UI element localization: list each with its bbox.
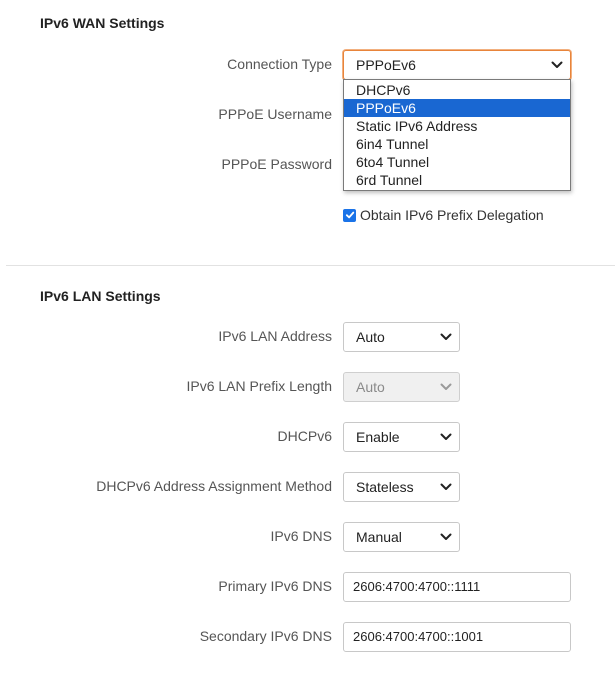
option-6in4-tunnel[interactable]: 6in4 Tunnel xyxy=(344,135,570,153)
pppoe-username-label: PPPoE Username xyxy=(218,106,332,122)
option-6rd-tunnel[interactable]: 6rd Tunnel xyxy=(344,171,570,189)
lan-address-value: Auto xyxy=(356,329,385,345)
ipv6-dns-value: Manual xyxy=(356,529,402,545)
chevron-down-icon xyxy=(440,533,452,540)
chevron-down-icon xyxy=(440,333,452,340)
prefix-delegation-checkbox[interactable] xyxy=(343,208,356,222)
connection-type-select[interactable]: PPPoEv6 xyxy=(343,50,571,80)
ipv6-dns-select[interactable]: Manual xyxy=(343,522,460,552)
secondary-dns-label: Secondary IPv6 DNS xyxy=(199,628,332,644)
connection-type-label: Connection Type xyxy=(227,56,332,72)
chevron-down-icon xyxy=(551,61,563,68)
pppoe-password-label: PPPoE Password xyxy=(221,156,333,172)
section-divider xyxy=(6,265,615,266)
secondary-dns-input[interactable]: 2606:4700:4700::1001 xyxy=(343,622,571,652)
primary-dns-input[interactable]: 2606:4700:4700::1111 xyxy=(343,572,571,602)
assignment-method-value: Stateless xyxy=(356,479,414,495)
wan-section-title: IPv6 WAN Settings xyxy=(40,15,165,31)
assignment-method-select[interactable]: Stateless xyxy=(343,472,460,502)
chevron-down-icon xyxy=(440,383,452,390)
lan-address-label: IPv6 LAN Address xyxy=(218,328,332,344)
option-pppoev6[interactable]: PPPoEv6 xyxy=(344,99,570,117)
chevron-down-icon xyxy=(440,483,452,490)
ipv6-dns-label: IPv6 DNS xyxy=(270,528,332,544)
connection-type-dropdown[interactable]: DHCPv6 PPPoEv6 Static IPv6 Address 6in4 … xyxy=(343,79,571,191)
lan-section-title: IPv6 LAN Settings xyxy=(40,288,161,304)
connection-type-value: PPPoEv6 xyxy=(356,57,416,73)
chevron-down-icon xyxy=(440,433,452,440)
primary-dns-label: Primary IPv6 DNS xyxy=(218,578,332,594)
check-icon xyxy=(345,211,354,219)
assignment-method-label: DHCPv6 Address Assignment Method xyxy=(96,478,332,494)
dhcpv6-label: DHCPv6 xyxy=(277,428,332,444)
dhcpv6-select[interactable]: Enable xyxy=(343,422,460,452)
prefix-delegation-checkbox-row[interactable]: Obtain IPv6 Prefix Delegation xyxy=(343,207,544,223)
dhcpv6-value: Enable xyxy=(356,429,400,445)
prefix-length-value: Auto xyxy=(356,379,385,395)
lan-address-select[interactable]: Auto xyxy=(343,322,460,352)
option-dhcpv6[interactable]: DHCPv6 xyxy=(344,81,570,99)
prefix-delegation-label: Obtain IPv6 Prefix Delegation xyxy=(360,207,544,223)
prefix-length-select: Auto xyxy=(343,372,460,402)
option-6to4-tunnel[interactable]: 6to4 Tunnel xyxy=(344,153,570,171)
option-static-ipv6[interactable]: Static IPv6 Address xyxy=(344,117,570,135)
prefix-length-label: IPv6 LAN Prefix Length xyxy=(186,378,332,394)
